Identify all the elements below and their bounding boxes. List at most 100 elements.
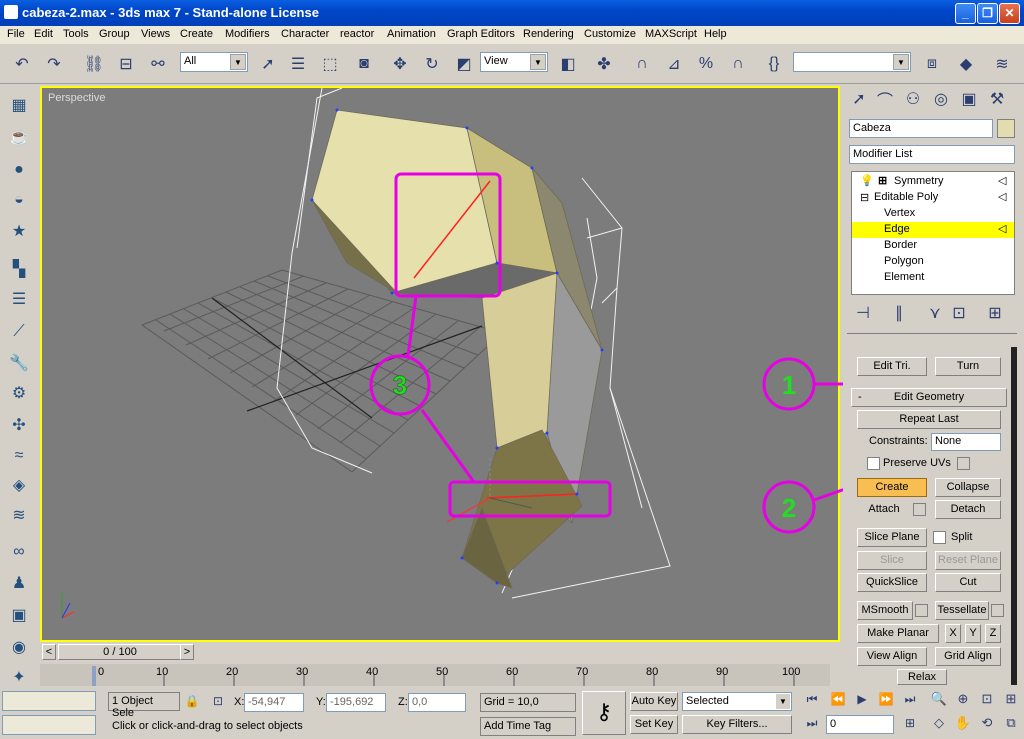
msmooth-settings-button[interactable] xyxy=(915,604,928,617)
star-icon[interactable]: ★ xyxy=(6,219,32,245)
set-key-button[interactable]: Set Key xyxy=(630,715,678,734)
maxscript-listener-field[interactable] xyxy=(2,691,96,711)
preserve-uvs-checkbox[interactable] xyxy=(867,457,880,470)
menu-tools[interactable]: Tools xyxy=(63,28,89,40)
select-object-icon[interactable]: ➚ xyxy=(256,52,280,76)
repeat-last-button[interactable]: Repeat Last xyxy=(857,410,1001,429)
edit-named-selection-icon[interactable]: {} xyxy=(762,52,786,76)
percent-snap-icon[interactable]: % xyxy=(694,52,718,76)
make-unique-icon[interactable]: ⋎ xyxy=(923,301,947,325)
zoom-extents-all-icon[interactable]: ⊞ xyxy=(1000,689,1022,709)
x-coordinate-field[interactable]: -54,947 xyxy=(244,693,304,712)
detach-button[interactable]: Detach xyxy=(935,500,1001,519)
time-configuration-icon[interactable]: ⊞ xyxy=(900,713,920,733)
absolute-mode-icon[interactable]: ⊡ xyxy=(208,691,228,711)
stack-item-edge-highlight[interactable] xyxy=(852,222,1014,238)
unlink-icon[interactable]: ⊟ xyxy=(114,52,138,76)
menu-edit[interactable]: Edit xyxy=(34,28,53,40)
move-icon[interactable]: ✥ xyxy=(388,52,412,76)
show-end-result-icon[interactable]: ∥ xyxy=(887,301,911,325)
slice-plane-button[interactable]: Slice Plane xyxy=(857,528,927,547)
attach-settings-button[interactable] xyxy=(913,503,926,516)
previous-frame-icon[interactable]: ⏪ xyxy=(828,689,848,709)
attach-button[interactable]: Attach xyxy=(857,500,911,519)
cut-button[interactable]: Cut xyxy=(935,573,1001,592)
menu-graph-editors[interactable]: Graph Editors xyxy=(447,28,515,40)
go-to-start-icon[interactable]: ⏮ xyxy=(802,689,822,709)
zoom-icon[interactable]: 🔍 xyxy=(928,689,950,709)
link-icon[interactable]: ⛓ xyxy=(82,52,106,76)
layer-manager-icon[interactable]: ≋ xyxy=(990,52,1014,76)
time-slider-next[interactable]: > xyxy=(180,644,194,660)
loop-icon[interactable]: ∞ xyxy=(6,539,32,565)
hierarchy-tab-icon[interactable]: ⚇ xyxy=(901,87,925,111)
menu-create[interactable]: Create xyxy=(180,28,213,40)
menu-views[interactable]: Views xyxy=(141,28,170,40)
stack-item-editable-poly[interactable]: Editable Poly xyxy=(874,191,938,203)
lightbulb-icon[interactable]: 💡 xyxy=(860,174,874,187)
make-planar-x-button[interactable]: X xyxy=(945,624,961,643)
cube-icon[interactable]: ▣ xyxy=(6,603,32,629)
redo-icon[interactable]: ↷ xyxy=(42,52,66,76)
bind-space-warp-icon[interactable]: ⚯ xyxy=(146,52,170,76)
teapot-icon[interactable]: ☕ xyxy=(6,125,32,151)
add-time-tag-button[interactable]: Add Time Tag xyxy=(480,717,576,736)
tessellate-settings-button[interactable] xyxy=(991,604,1004,617)
pan-icon[interactable]: ✋ xyxy=(952,713,974,733)
snaps-toggle-icon[interactable]: ∩ xyxy=(630,52,654,76)
create-tab-icon[interactable]: ➚ xyxy=(847,87,871,111)
reference-coordinate-dropdown[interactable]: View ▼ xyxy=(480,52,548,72)
stack-item-element[interactable]: Element xyxy=(884,271,924,283)
checker-icon[interactable]: ▚ xyxy=(6,257,32,283)
next-frame-icon[interactable]: ⏩ xyxy=(876,689,896,709)
object-name-field[interactable]: Cabeza xyxy=(849,119,993,138)
camera-icon[interactable]: ◉ xyxy=(6,635,32,661)
menu-character[interactable]: Character xyxy=(281,28,329,40)
make-planar-button[interactable]: Make Planar xyxy=(857,624,939,643)
relax-button[interactable]: Relax xyxy=(897,669,947,685)
remove-modifier-icon[interactable]: ⊡ xyxy=(947,301,971,325)
modifier-list-dropdown[interactable]: Modifier List xyxy=(849,145,1015,164)
slice-button[interactable]: Slice xyxy=(857,551,927,570)
lock-selection-icon[interactable]: 🔒 xyxy=(182,691,202,711)
time-slider[interactable]: < 0 / 100 > xyxy=(40,642,840,664)
key-mode-dropdown[interactable]: Selected ▼ xyxy=(682,692,792,711)
select-by-name-icon[interactable]: ☰ xyxy=(286,52,310,76)
make-planar-z-button[interactable]: Z xyxy=(985,624,1001,643)
expand-icon[interactable]: ⊞ xyxy=(878,174,887,187)
menu-animation[interactable]: Animation xyxy=(387,28,436,40)
key-mode-toggle-icon[interactable]: ⏭ xyxy=(802,713,822,733)
wave-icon[interactable]: ≋ xyxy=(6,503,32,529)
configure-modifier-sets-icon[interactable]: ⊞ xyxy=(983,301,1007,325)
biped-icon[interactable]: ♟ xyxy=(6,571,32,597)
tessellate-button[interactable]: Tessellate xyxy=(935,601,989,620)
pin-stack-icon[interactable]: ⊣ xyxy=(851,301,875,325)
window-crossing-icon[interactable]: ◙ xyxy=(352,52,376,76)
motion-tab-icon[interactable]: ◎ xyxy=(929,87,953,111)
key-icon[interactable]: ⚷ xyxy=(582,691,626,735)
undo-icon[interactable]: ↶ xyxy=(10,52,34,76)
stack-item-vertex[interactable]: Vertex xyxy=(884,207,915,219)
align-icon[interactable]: ◆ xyxy=(954,52,978,76)
create-button[interactable]: Create xyxy=(857,478,927,497)
menu-group[interactable]: Group xyxy=(99,28,130,40)
collapse-icon[interactable]: ⊟ xyxy=(860,191,869,204)
helper-icon[interactable]: ◈ xyxy=(6,473,32,499)
stack-item-border[interactable]: Border xyxy=(884,239,917,251)
menu-rendering[interactable]: Rendering xyxy=(523,28,574,40)
zoom-extents-icon[interactable]: ⊡ xyxy=(976,689,998,709)
menu-modifiers[interactable]: Modifiers xyxy=(225,28,270,40)
key-filters-button[interactable]: Key Filters... xyxy=(682,715,792,734)
current-frame-field[interactable]: 0 xyxy=(826,715,894,734)
display-tab-icon[interactable]: ▣ xyxy=(957,87,981,111)
object-color-swatch[interactable] xyxy=(997,119,1015,138)
geosphere-icon[interactable]: ◒ xyxy=(6,187,32,213)
track-bar[interactable]: 0 10 20 30 40 50 60 70 80 90 100 xyxy=(40,664,830,686)
time-slider-thumb[interactable]: 0 / 100 xyxy=(58,644,182,660)
space-warp-icon[interactable]: ≈ xyxy=(6,443,32,469)
show-end-result-icon[interactable]: ◁ xyxy=(998,174,1006,187)
maxscript-output-field[interactable] xyxy=(2,715,96,735)
spinner-snap-icon[interactable]: ∩ xyxy=(726,52,750,76)
stack-item-symmetry[interactable]: Symmetry xyxy=(894,175,944,187)
menu-file[interactable]: File xyxy=(7,28,25,40)
